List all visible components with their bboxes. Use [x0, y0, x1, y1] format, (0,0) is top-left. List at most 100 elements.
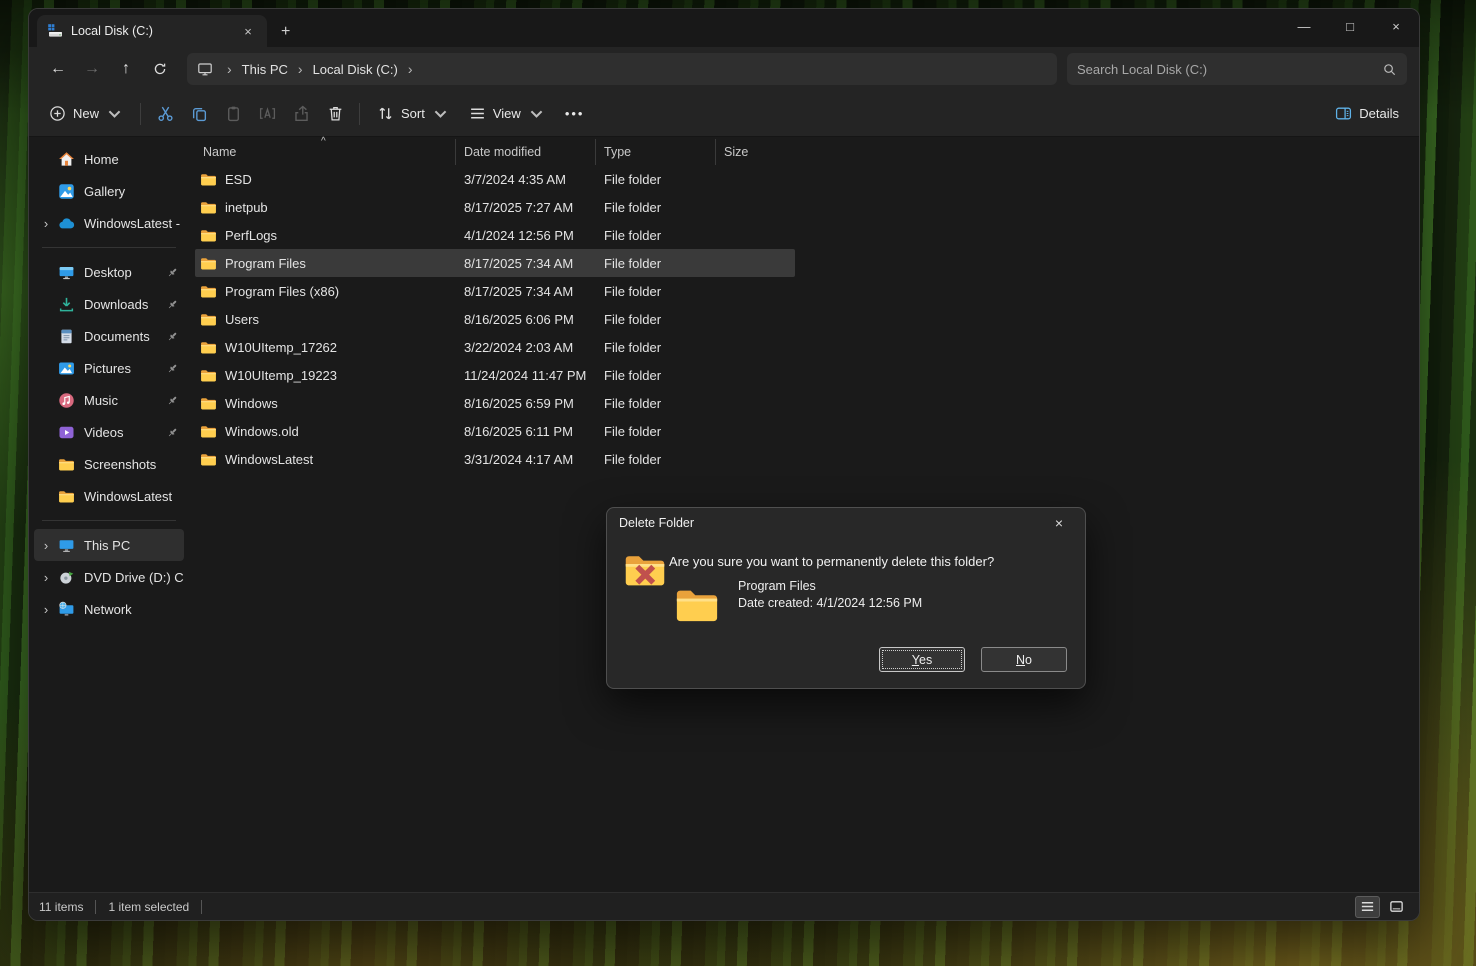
copy-icon [191, 105, 208, 122]
expand-chevron-icon[interactable]: › [36, 216, 56, 231]
sidebar-item-label: Videos [84, 425, 166, 440]
share-button[interactable] [284, 97, 318, 131]
file-row-perflogs[interactable]: PerfLogs 4/1/2024 12:56 PM File folder [195, 221, 795, 249]
file-row-windows-old[interactable]: Windows.old 8/16/2025 6:11 PM File folde… [195, 417, 795, 445]
sidebar-item-icon [58, 151, 75, 168]
sidebar-item-music[interactable]: › Music [34, 384, 184, 416]
paste-button[interactable] [216, 97, 250, 131]
folder-icon [200, 255, 217, 272]
file-row-w10uitemp-17262[interactable]: W10UItemp_17262 3/22/2024 2:03 AM File f… [195, 333, 795, 361]
file-row-windows[interactable]: Windows 8/16/2025 6:59 PM File folder [195, 389, 795, 417]
sort-button[interactable]: Sort [367, 97, 459, 131]
explorer-tab[interactable]: Local Disk (C:) × [37, 15, 267, 47]
maximize-button[interactable]: □ [1327, 9, 1373, 43]
view-button[interactable]: View [459, 97, 555, 131]
file-row-users[interactable]: Users 8/16/2025 6:06 PM File folder [195, 305, 795, 333]
up-button[interactable]: ↑ [109, 53, 143, 85]
sidebar-item-icon [58, 488, 75, 505]
title-bar[interactable]: Local Disk (C:) × + — □ × [29, 9, 1419, 47]
refresh-button[interactable] [143, 53, 177, 85]
sidebar-item-home[interactable]: › Home [34, 143, 184, 175]
sidebar-item-label: WindowsLatest [84, 489, 184, 504]
sidebar-item-desktop[interactable]: › Desktop [34, 256, 184, 288]
details-pane-icon [1335, 105, 1352, 122]
tab-close-icon[interactable]: × [239, 24, 257, 39]
expand-chevron-icon[interactable]: › [36, 602, 56, 617]
more-options-button[interactable]: ••• [555, 97, 595, 131]
large-icons-view-toggle[interactable] [1384, 896, 1409, 918]
close-button[interactable]: × [1373, 9, 1419, 43]
sidebar-item-label: Screenshots [84, 457, 184, 472]
folder-icon [200, 199, 217, 216]
folder-icon [200, 423, 217, 440]
sidebar-item-icon [58, 424, 75, 441]
breadcrumb-label[interactable]: This PC [242, 62, 288, 77]
yes-button-label: Yes [912, 653, 932, 667]
sidebar-item-pictures[interactable]: › Pictures [34, 352, 184, 384]
file-type: File folder [595, 256, 715, 271]
folder-icon [200, 227, 217, 244]
dialog-close-icon[interactable]: × [1045, 515, 1073, 531]
sort-arrows-icon [377, 105, 394, 122]
column-header-type[interactable]: Type [595, 139, 715, 165]
sidebar-item-windowslatest[interactable]: › WindowsLatest [34, 480, 184, 512]
search-input[interactable] [1077, 62, 1382, 77]
sidebar-item-screenshots[interactable]: › Screenshots [34, 448, 184, 480]
column-header-size[interactable]: Size [715, 139, 795, 165]
view-button-label: View [493, 106, 521, 121]
file-row-program-files-x86[interactable]: Program Files (x86) 8/17/2025 7:34 AM Fi… [195, 277, 795, 305]
details-pane-button[interactable]: Details [1325, 97, 1409, 131]
expand-chevron-icon[interactable]: › [36, 570, 56, 585]
dialog-title-bar[interactable]: Delete Folder × [607, 508, 1085, 538]
rename-button[interactable] [250, 97, 284, 131]
file-row-esd[interactable]: ESD 3/7/2024 4:35 AM File folder [195, 165, 795, 193]
file-row-program-files[interactable]: Program Files 8/17/2025 7:34 AM File fol… [195, 249, 795, 277]
breadcrumb-label[interactable]: Local Disk (C:) [313, 62, 398, 77]
minimize-button[interactable]: — [1281, 9, 1327, 43]
file-name: Windows [225, 396, 278, 411]
breadcrumb-chevron-icon[interactable]: › [398, 61, 423, 77]
delete-button[interactable] [318, 97, 352, 131]
back-button[interactable]: ← [41, 53, 75, 85]
sidebar-item-icon [58, 296, 75, 313]
cut-button[interactable] [148, 97, 182, 131]
sidebar-item-dvd-drive-d-ccc[interactable]: › DVD Drive (D:) CCC [34, 561, 184, 593]
new-button[interactable]: New [39, 97, 133, 131]
statusbar-divider [95, 900, 96, 914]
sidebar-item-windowslatest-pe[interactable]: › WindowsLatest - Pe [34, 207, 184, 239]
file-row-inetpub[interactable]: inetpub 8/17/2025 7:27 AM File folder [195, 193, 795, 221]
file-row-w10uitemp-19223[interactable]: W10UItemp_19223 11/24/2024 11:47 PM File… [195, 361, 795, 389]
sidebar-item-videos[interactable]: › Videos [34, 416, 184, 448]
this-pc-monitor-icon [197, 61, 213, 77]
pin-icon [166, 266, 179, 279]
file-type: File folder [595, 396, 715, 411]
no-button[interactable]: No [981, 647, 1067, 672]
sidebar-item-label: Music [84, 393, 166, 408]
sidebar-item-documents[interactable]: › Documents [34, 320, 184, 352]
forward-button[interactable]: → [75, 53, 109, 85]
sidebar-item-gallery[interactable]: › Gallery [34, 175, 184, 207]
new-tab-button[interactable]: + [281, 24, 290, 40]
breadcrumb-item-local-disk-c[interactable]: › Local Disk (C:) [288, 61, 398, 77]
status-bar: 11 items 1 item selected [29, 892, 1419, 920]
new-plus-icon [49, 105, 66, 122]
sidebar-item-network[interactable]: › Network [34, 593, 184, 625]
column-header-date-modified[interactable]: Date modified [455, 139, 595, 165]
chevron-down-icon [432, 105, 449, 122]
breadcrumb-chevron-icon: › [217, 61, 242, 77]
statusbar-divider [201, 900, 202, 914]
search-box[interactable] [1067, 53, 1407, 85]
sidebar-item-icon [58, 456, 75, 473]
file-row-windowslatest[interactable]: WindowsLatest 3/31/2024 4:17 AM File fol… [195, 445, 795, 473]
breadcrumb[interactable]: › This PC › Local Disk (C:) › [187, 53, 1057, 85]
toolbar-divider [140, 103, 141, 125]
sidebar-item-this-pc[interactable]: › This PC [34, 529, 184, 561]
local-disk-drive-icon [47, 23, 63, 39]
breadcrumb-item-this-pc[interactable]: › This PC [217, 61, 288, 77]
item-count: 11 items [39, 900, 83, 914]
yes-button[interactable]: Yes [879, 647, 965, 672]
sidebar-item-downloads[interactable]: › Downloads [34, 288, 184, 320]
copy-button[interactable] [182, 97, 216, 131]
expand-chevron-icon[interactable]: › [36, 538, 56, 553]
details-view-toggle[interactable] [1355, 896, 1380, 918]
